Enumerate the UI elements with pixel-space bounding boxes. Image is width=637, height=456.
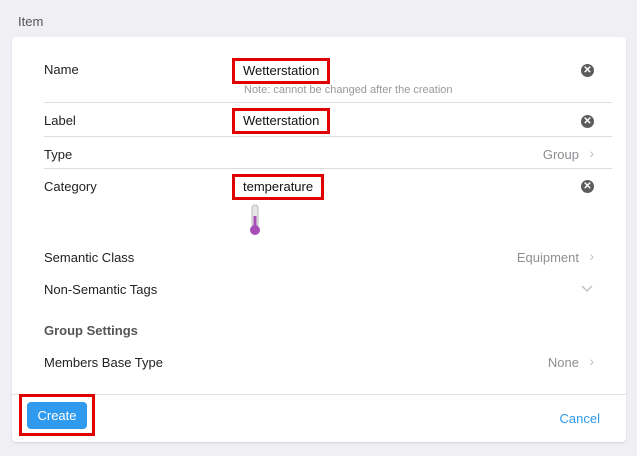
cancel-button[interactable]: Cancel xyxy=(560,411,600,426)
semantic-class-value[interactable]: Equipment xyxy=(517,250,579,265)
members-base-type-value[interactable]: None xyxy=(548,355,579,370)
divider xyxy=(44,136,612,137)
type-value[interactable]: Group xyxy=(543,147,579,162)
non-semantic-tags-label[interactable]: Non-Semantic Tags xyxy=(44,282,157,297)
chevron-right-icon[interactable]: › xyxy=(589,353,594,369)
label-input[interactable]: Wetterstation xyxy=(232,108,331,134)
members-base-type-label: Members Base Type xyxy=(44,355,163,370)
semantic-class-label: Semantic Class xyxy=(44,250,135,265)
divider xyxy=(44,102,612,103)
name-input[interactable]: Wetterstation xyxy=(232,58,331,84)
item-form-card: Name Wetterstation Note: cannot be chang… xyxy=(12,37,626,442)
category-label: Category xyxy=(44,179,97,194)
chevron-right-icon[interactable]: › xyxy=(589,248,594,264)
footer-divider xyxy=(12,394,626,395)
thermometer-icon xyxy=(250,204,260,235)
type-label: Type xyxy=(44,147,73,162)
name-clear-icon[interactable]: ✕ xyxy=(581,64,594,77)
label-clear-icon[interactable]: ✕ xyxy=(581,115,594,128)
name-label: Name xyxy=(44,62,79,77)
divider xyxy=(44,168,612,169)
label-label: Label xyxy=(44,113,76,128)
chevron-right-icon[interactable]: › xyxy=(589,145,594,161)
chevron-down-icon[interactable] xyxy=(581,285,593,293)
name-note: Note: cannot be changed after the creati… xyxy=(244,84,453,96)
create-button[interactable]: Create xyxy=(27,402,87,429)
category-clear-icon[interactable]: ✕ xyxy=(581,180,594,193)
create-button-highlight: Create xyxy=(19,394,95,436)
group-settings-title: Group Settings xyxy=(44,323,138,338)
category-input[interactable]: temperature xyxy=(232,174,325,200)
section-title: Item xyxy=(18,14,44,29)
